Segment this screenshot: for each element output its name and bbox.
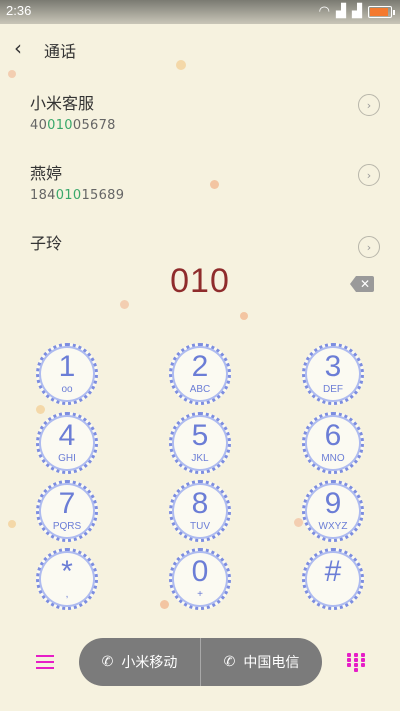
battery-icon [368,5,395,18]
status-time: 2:36 [6,3,32,18]
key-9[interactable]: 9 WXYZ [302,480,364,542]
wifi-icon: ◠ [318,4,330,19]
contact-name: 子玲 [30,234,63,253]
contact-detail-icon[interactable]: › [358,94,380,116]
page-title: 通话 [44,42,77,61]
header: ‹ 通话 [0,30,400,66]
contact-detail-icon[interactable]: › [358,164,380,186]
background-decoration [8,70,16,78]
key-6[interactable]: 6 MNO [302,412,364,474]
background-decoration [8,520,16,528]
key-5[interactable]: 5 JKL [169,412,231,474]
status-bar: 2:36 ◠ ▟ ▟ [0,0,400,24]
call-sim1-button[interactable]: ✆ 小米移动 [79,638,200,686]
voicemail-icon: oo [61,384,73,395]
background-decoration [36,405,45,414]
contact-name: 燕婷 [30,164,63,183]
status-icons: ◠ ▟ ▟ [318,4,395,19]
call-bar: ✆ 小米移动 ✆ 中国电信 [79,638,322,686]
contact-item[interactable]: 燕婷 18401015689 › [30,160,390,210]
signal-icon: ▟ [352,4,362,19]
key-1[interactable]: 1 oo [36,343,98,405]
dialed-number: 010 [170,262,230,300]
call-sim1-label: 小米移动 [121,655,178,671]
contact-number: 18401015689 [30,188,125,203]
background-decoration [240,312,248,320]
key-7[interactable]: 7 PQRS [36,480,98,542]
phone-sim2-icon: ✆ [223,654,236,670]
keypad-toggle-icon[interactable] [347,653,365,673]
key-hash[interactable]: # [302,548,364,610]
signal-icon: ▟ [336,4,346,19]
contact-name: 小米客服 [30,94,95,113]
key-4[interactable]: 4 GHI [36,412,98,474]
key-star[interactable]: *, [36,548,98,610]
menu-icon[interactable] [36,655,54,671]
contact-number: 4001005678 [30,118,116,133]
contact-item[interactable]: 小米客服 4001005678 › [30,90,390,140]
background-decoration [160,600,169,609]
phone-sim1-icon: ✆ [101,654,114,670]
key-8[interactable]: 8 TUV [169,480,231,542]
call-sim2-label: 中国电信 [243,655,300,671]
background-decoration [294,518,303,527]
key-0[interactable]: 0 + [169,548,231,610]
background-decoration [120,300,129,309]
key-2[interactable]: 2 ABC [169,343,231,405]
key-3[interactable]: 3 DEF [302,343,364,405]
call-sim2-button[interactable]: ✆ 中国电信 [200,638,322,686]
back-icon[interactable]: ‹ [14,36,22,60]
contact-detail-icon[interactable]: › [358,236,380,258]
